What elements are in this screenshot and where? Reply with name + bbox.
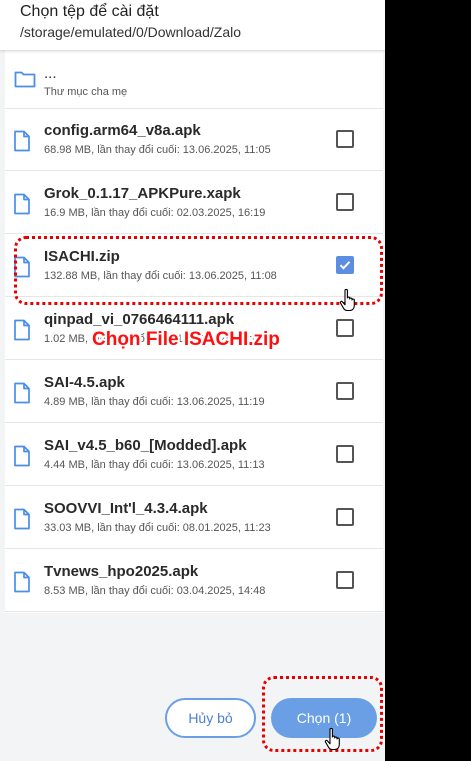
file-item[interactable]: SOOVVI_Int'l_4.3.4.apk 33.03 MB, lần thay… [5, 486, 383, 549]
file-icon [14, 382, 30, 404]
dialog-header: Chọn tệp để cài đặt /storage/emulated/0/… [0, 0, 385, 50]
file-checkbox[interactable] [336, 571, 354, 589]
parent-folder-label: Thư mục cha mẹ [44, 86, 128, 98]
folder-icon [14, 71, 36, 88]
file-icon [14, 193, 30, 215]
file-checkbox[interactable] [336, 319, 354, 337]
file-checkbox[interactable] [336, 382, 354, 400]
file-name: SAI-4.5.apk [44, 374, 125, 391]
file-item[interactable]: Grok_0.1.17_APKPure.xapk 16.9 MB, lần tha… [5, 171, 383, 234]
annotation-label: Chọn File ISACHI.zip [92, 329, 280, 350]
dialog-title: Chọn tệp để cài đặt [20, 3, 159, 20]
file-name: SAI_v4.5_b60_[Modded].apk [44, 437, 247, 454]
file-checkbox[interactable] [336, 256, 354, 274]
file-meta: 33.03 MB, lần thay đổi cuối: 08.01.2025,… [44, 522, 271, 534]
file-icon [14, 130, 30, 152]
file-item[interactable]: ISACHI.zip 132.88 MB, lần thay đổi cuối: … [5, 234, 383, 297]
hand-cursor-icon [339, 288, 355, 312]
file-checkbox[interactable] [336, 508, 354, 526]
parent-folder-item[interactable]: ... Thư mục cha mẹ [5, 50, 383, 109]
file-meta: 4.44 MB, lần thay đổi cuối: 13.06.2025, … [44, 459, 265, 471]
file-checkbox[interactable] [336, 193, 354, 211]
hand-cursor-icon [324, 727, 340, 751]
file-item[interactable]: SAI-4.5.apk 4.89 MB, lần thay đổi cuối: 1… [5, 360, 383, 423]
file-meta: 8.53 MB, lần thay đổi cuối: 03.04.2025, … [44, 585, 266, 597]
file-icon [14, 508, 30, 530]
file-meta: 4.89 MB, lần thay đổi cuối: 13.06.2025, … [44, 396, 265, 408]
file-icon [14, 256, 30, 278]
file-item[interactable]: config.arm64_v8a.apk 68.98 MB, lần thay đ… [5, 108, 383, 171]
file-icon [14, 319, 30, 341]
file-name: SOOVVI_Int'l_4.3.4.apk [44, 500, 208, 517]
file-checkbox[interactable] [336, 445, 354, 463]
file-name: qinpad_vi_0766464111.apk [44, 311, 235, 328]
file-name: ISACHI.zip [44, 248, 120, 265]
file-meta: 68.98 MB, lần thay đổi cuối: 13.06.2025,… [44, 144, 271, 156]
current-path: /storage/emulated/0/Download/Zalo [20, 24, 242, 40]
file-name: config.arm64_v8a.apk [44, 122, 201, 139]
file-item[interactable]: SAI_v4.5_b60_[Modded].apk 4.44 MB, lần th… [5, 423, 383, 486]
file-checkbox[interactable] [336, 130, 354, 148]
file-item[interactable]: Tvnews_hpo2025.apk 8.53 MB, lần thay đổi … [5, 549, 383, 612]
parent-folder-name: ... [44, 65, 57, 82]
file-name: Grok_0.1.17_APKPure.xapk [44, 185, 241, 202]
file-picker-dialog: Chọn tệp để cài đặt /storage/emulated/0/… [0, 0, 385, 761]
file-meta: 16.9 MB, lần thay đổi cuối: 02.03.2025, … [44, 207, 266, 219]
file-icon [14, 571, 30, 593]
cancel-button[interactable]: Hủy bỏ [165, 698, 256, 738]
file-name: Tvnews_hpo2025.apk [44, 563, 199, 580]
file-meta: 132.88 MB, lần thay đổi cuối: 13.06.2025… [44, 270, 277, 282]
file-icon [14, 445, 30, 467]
